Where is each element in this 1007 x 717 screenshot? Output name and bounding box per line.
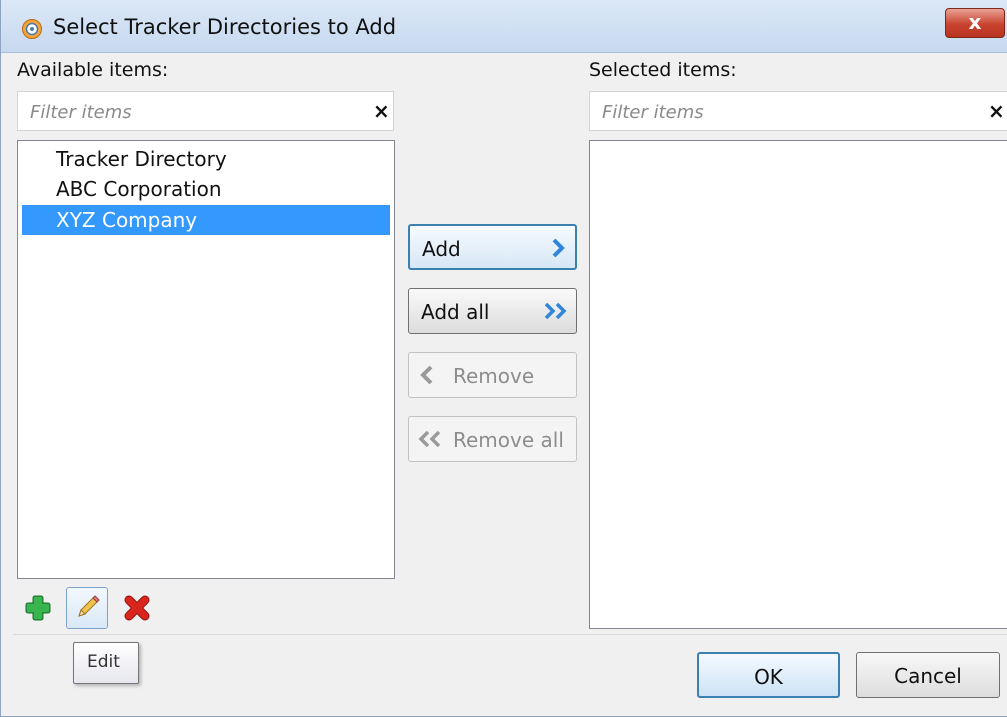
ok-button[interactable]: OK: [697, 652, 840, 698]
selected-filter-box: ×: [589, 91, 1007, 131]
list-item-label: XYZ Company: [56, 208, 198, 232]
close-button[interactable]: x: [945, 8, 1005, 38]
double-chevron-right-icon: [544, 302, 567, 320]
selected-filter-clear-icon[interactable]: ×: [988, 99, 1005, 123]
available-filter-input[interactable]: [28, 98, 352, 126]
chevron-right-icon: [552, 238, 565, 258]
close-icon: x: [968, 10, 982, 34]
add-item-button[interactable]: [17, 587, 59, 629]
list-item-tracker-directory[interactable]: Tracker Directory: [22, 144, 390, 174]
available-filter-clear-icon[interactable]: ×: [373, 99, 390, 123]
available-items-label: Available items:: [17, 59, 169, 81]
available-items-list[interactable]: Tracker Directory ABC Corporation XYZ Co…: [17, 140, 395, 579]
title-bar[interactable]: Select Tracker Directories to Add x: [1, 0, 1007, 53]
chevron-left-icon: [420, 365, 433, 385]
cancel-button[interactable]: Cancel: [856, 652, 1000, 698]
remove-button-label: Remove: [453, 364, 535, 388]
plus-icon: [25, 595, 51, 621]
remove-all-button-label: Remove all: [453, 428, 564, 452]
x-icon: [124, 595, 150, 621]
selected-items-label: Selected items:: [589, 59, 737, 81]
ok-button-label: OK: [754, 665, 783, 689]
list-item-abc-corporation[interactable]: ABC Corporation: [22, 174, 390, 204]
cancel-button-label: Cancel: [894, 664, 962, 688]
selected-items-list[interactable]: [589, 140, 1007, 629]
delete-item-button[interactable]: [116, 587, 158, 629]
app-logo-icon: [22, 19, 42, 39]
list-item-xyz-company[interactable]: XYZ Company: [22, 205, 390, 235]
edit-tooltip: Edit: [73, 642, 139, 684]
list-item-label: Tracker Directory: [56, 147, 227, 171]
remove-all-button[interactable]: Remove all: [408, 416, 577, 462]
remove-button[interactable]: Remove: [408, 352, 577, 398]
add-all-button[interactable]: Add all: [408, 288, 577, 334]
add-all-button-label: Add all: [421, 300, 490, 324]
dialog-window: Select Tracker Directories to Add x Avai…: [0, 0, 1007, 717]
list-item-label: ABC Corporation: [56, 177, 222, 201]
edit-item-button[interactable]: [66, 587, 108, 629]
available-filter-box: ×: [17, 91, 394, 131]
add-button[interactable]: Add: [408, 224, 577, 270]
selected-filter-input[interactable]: [600, 98, 924, 126]
tooltip-text: Edit: [87, 652, 120, 672]
footer-separator: [13, 634, 1007, 635]
pencil-icon: [78, 595, 100, 617]
window-title: Select Tracker Directories to Add: [53, 15, 397, 39]
add-button-label: Add: [422, 237, 461, 261]
double-chevron-left-icon: [418, 430, 441, 448]
